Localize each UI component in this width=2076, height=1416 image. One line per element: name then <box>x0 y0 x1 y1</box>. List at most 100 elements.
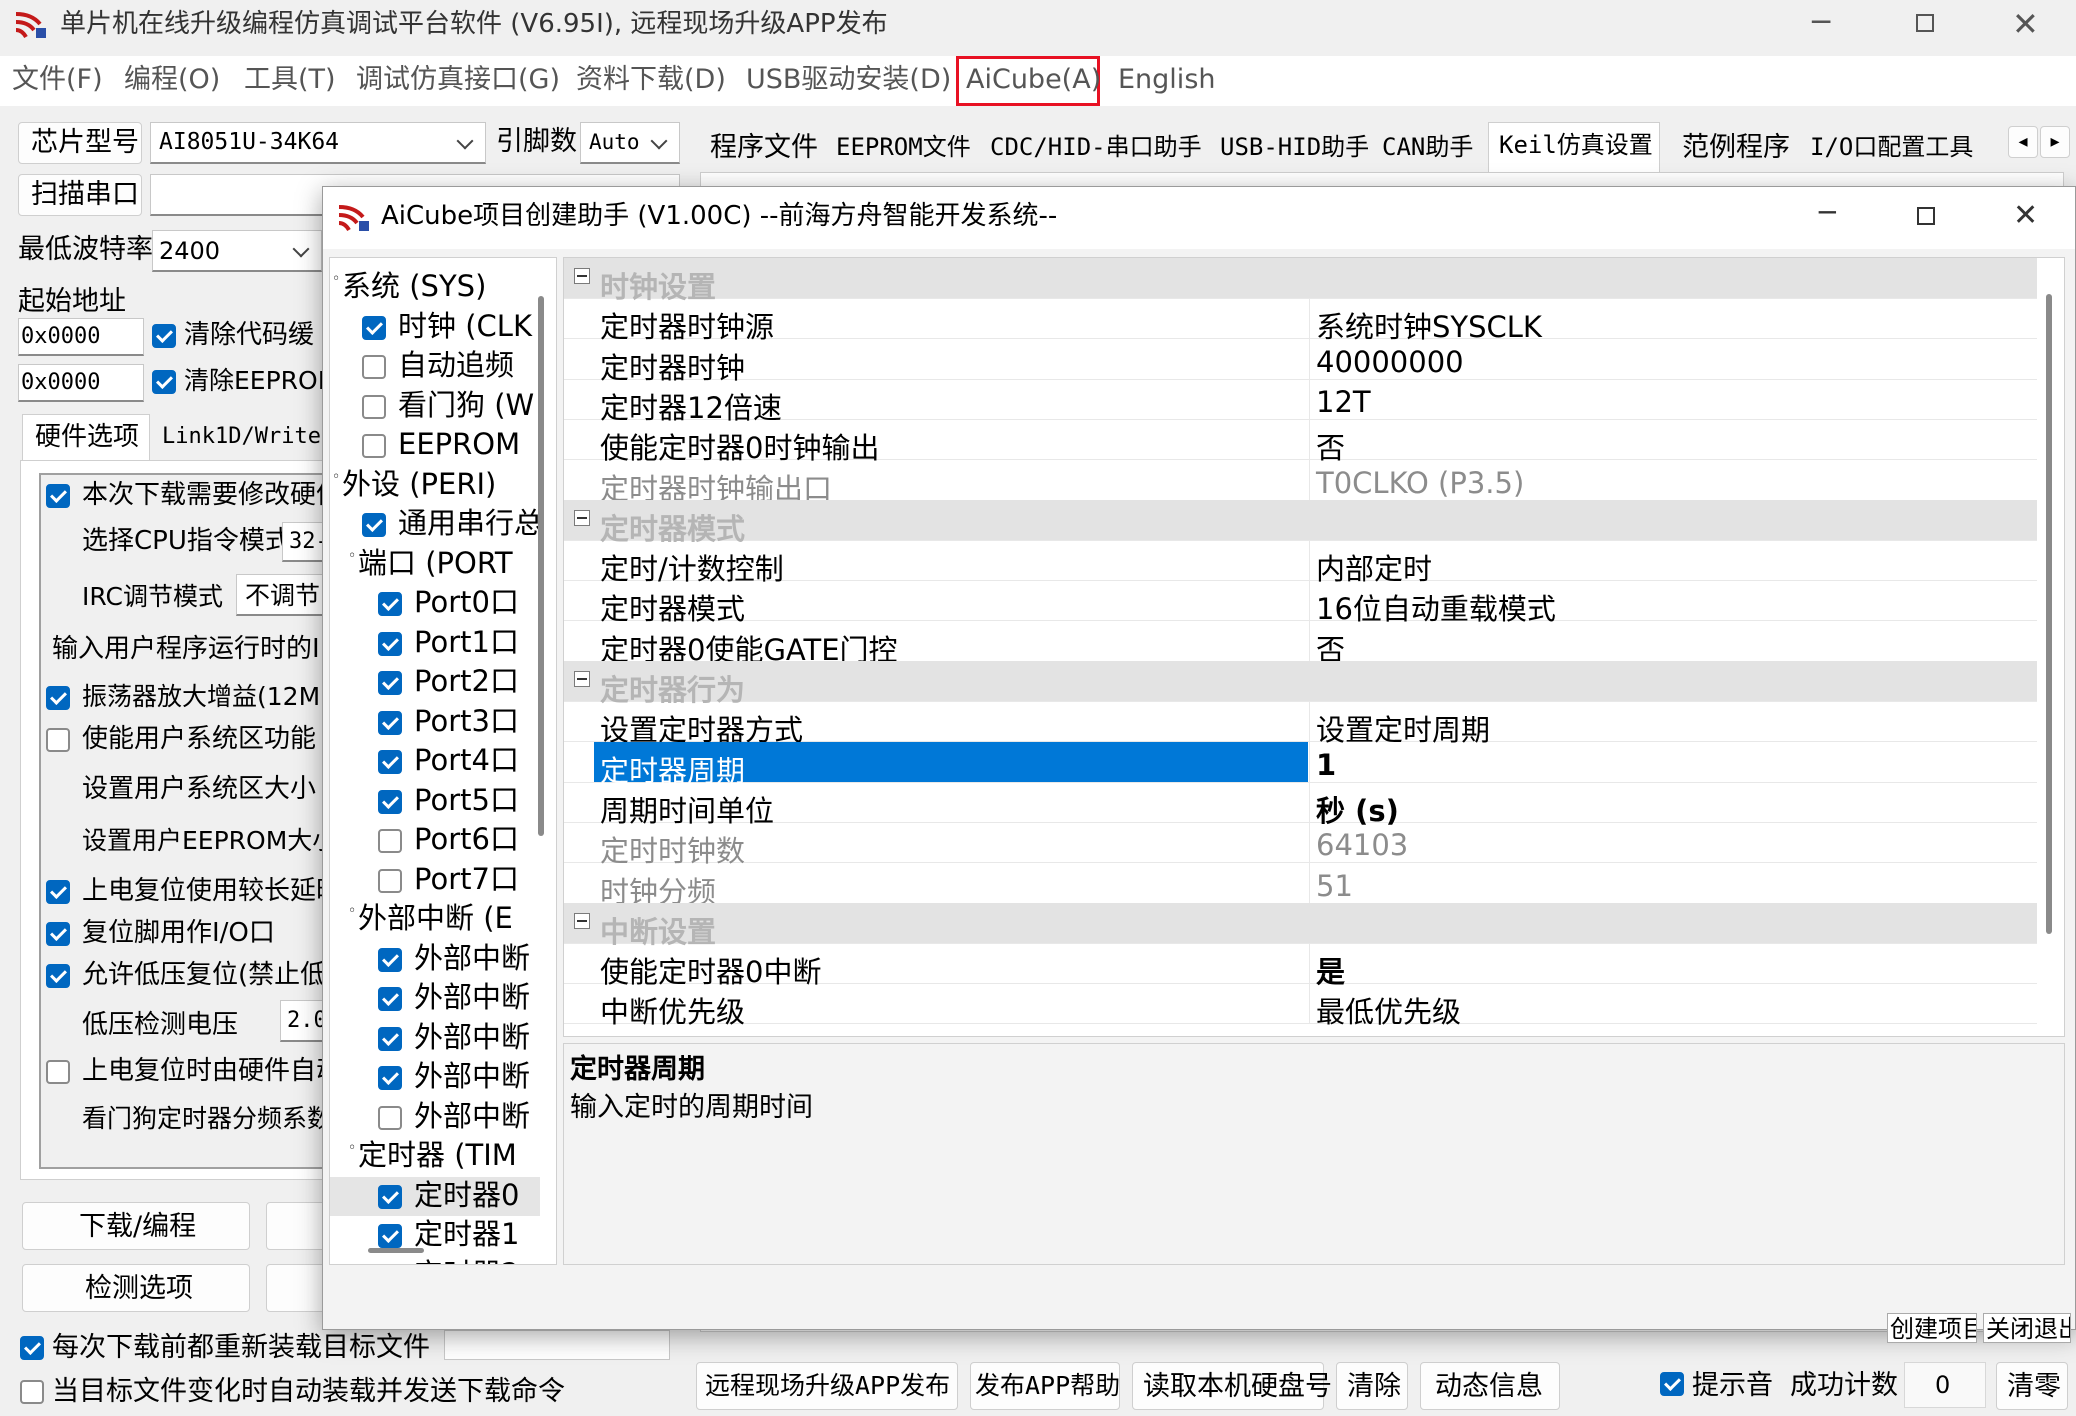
tab-cdc-hid-serial[interactable]: CDC/HID-串口助手 <box>984 122 1208 172</box>
tree-checkbox[interactable] <box>362 434 386 458</box>
grid-row[interactable]: 定时器0使能GATE门控否 <box>564 620 2037 667</box>
grid-group-header[interactable]: 定时器行为 <box>564 661 2037 707</box>
osc-gain-checkbox[interactable] <box>46 686 70 710</box>
grid-row[interactable]: 定时器12倍速 12T <box>564 378 2037 425</box>
dynamic-info-button[interactable]: 动态信息 <box>1420 1362 1560 1410</box>
tree-item[interactable]: Port0口 <box>330 584 540 623</box>
tree-checkbox[interactable] <box>378 829 402 853</box>
tab-keil-sim[interactable]: Keil仿真设置 <box>1488 122 1660 173</box>
menu-file[interactable]: 文件(F) <box>12 66 103 93</box>
tree-item[interactable]: Port7口 <box>330 861 540 900</box>
tab-usb-hid[interactable]: USB-HID助手 <box>1214 122 1369 172</box>
reload-aux-field[interactable] <box>444 1330 670 1360</box>
tree-item[interactable]: 时钟 (CLK <box>330 308 540 347</box>
minimize-icon[interactable]: ─ <box>1812 8 1830 38</box>
modify-hw-checkbox[interactable] <box>46 484 70 508</box>
auto-reload-checkbox[interactable] <box>20 1380 44 1404</box>
tree-item[interactable]: 通用串行总 <box>330 505 543 544</box>
grid-group-header[interactable]: 中断设置 <box>564 902 2037 949</box>
close-exit-button[interactable]: 关闭退出 <box>1983 1313 2071 1343</box>
dialog-maximize-icon[interactable] <box>1917 207 1935 225</box>
tree-checkbox[interactable] <box>378 987 402 1011</box>
beep-checkbox[interactable] <box>1660 1372 1684 1396</box>
min-baud-select[interactable]: 2400 <box>152 230 322 272</box>
tree-checkbox[interactable] <box>378 1026 402 1051</box>
start-address-input-1[interactable]: 0x0000 <box>18 318 144 356</box>
tree-item[interactable]: ◦ 系统 (SYS) <box>330 268 540 307</box>
tab-examples[interactable]: 范例程序 <box>1676 122 1790 172</box>
tab-link1d[interactable]: Link1D/Write <box>152 414 322 460</box>
tree-expander-icon[interactable]: ◦ <box>332 470 340 484</box>
check-options-button[interactable]: 检测选项 <box>22 1264 250 1312</box>
menu-debug-interface[interactable]: 调试仿真接口(G) <box>356 66 560 93</box>
collapse-icon[interactable] <box>574 912 590 929</box>
close-icon[interactable]: ✕ <box>2012 8 2039 40</box>
grid-row[interactable]: 使能定时器0时钟输出否 <box>564 419 2037 465</box>
tab-eeprom-file[interactable]: EEPROM文件 <box>830 122 971 172</box>
menu-downloads[interactable]: 资料下载(D) <box>576 66 726 93</box>
tree-expander-icon[interactable]: ◦ <box>348 549 356 563</box>
tab-scroll-right-icon[interactable]: ▸ <box>2040 126 2070 158</box>
tab-hardware-options[interactable]: 硬件选项 <box>22 414 150 460</box>
grid-row[interactable]: 定时/计数控制 内部定时 <box>564 540 2037 586</box>
grid-row[interactable]: 设置定时器方式 设置定时周期 <box>564 701 2037 747</box>
tree-item[interactable]: 外部中断 <box>330 940 540 979</box>
pin-count-select[interactable]: Auto <box>580 122 680 164</box>
grid-row[interactable]: 时钟分频 51 <box>564 862 2037 909</box>
stop-button[interactable] <box>266 1202 326 1250</box>
dialog-close-icon[interactable]: ✕ <box>2013 201 2038 231</box>
menu-aicube[interactable]: AiCube(A) <box>966 66 1101 93</box>
tree-item[interactable]: Port3口 <box>330 703 540 742</box>
menu-usb-driver[interactable]: USB驱动安装(D) <box>746 66 951 93</box>
clear-count-button[interactable]: 清零 <box>1996 1362 2068 1410</box>
grid-row[interactable]: 使能定时器0中断是 <box>564 943 2037 989</box>
tree-checkbox[interactable] <box>378 1224 402 1248</box>
collapse-icon[interactable] <box>574 671 590 687</box>
grid-row[interactable]: 中断优先级 最低优先级 <box>564 983 2037 1029</box>
long-reset-checkbox[interactable] <box>46 880 70 904</box>
tree-item[interactable]: Port5口 <box>330 782 540 821</box>
tree-item[interactable]: 看门狗 (W <box>330 387 540 426</box>
irc-mode-select[interactable]: 不调节 <box>236 574 336 616</box>
tree-checkbox[interactable] <box>378 710 402 735</box>
tree-item[interactable]: Port6口 <box>330 821 540 860</box>
reload-each-checkbox[interactable] <box>20 1336 44 1360</box>
tree-checkbox[interactable] <box>378 789 402 814</box>
tree-item[interactable]: ◦ 定时器 (TIM <box>330 1137 540 1176</box>
tree-item[interactable]: 定时器2 <box>330 1256 540 1264</box>
publish-help-button[interactable]: 发布APP帮助 <box>970 1362 1120 1410</box>
tree-checkbox[interactable] <box>378 671 402 695</box>
tree-item[interactable]: Port4口 <box>330 742 540 781</box>
lvd-reset-checkbox[interactable] <box>46 964 70 988</box>
menu-program[interactable]: 编程(O) <box>124 66 220 93</box>
tree-item[interactable]: 外部中断 <box>330 1058 540 1097</box>
clear-eeprom-checkbox[interactable] <box>152 370 176 394</box>
tree-checkbox[interactable] <box>378 1184 402 1209</box>
tree-item[interactable]: 定时器0 <box>330 1176 540 1216</box>
clear-code-checkbox[interactable] <box>152 324 176 348</box>
grid-row[interactable]: 周期时间单位秒 (s) <box>564 781 2037 828</box>
tree-checkbox[interactable] <box>362 394 386 419</box>
tree-hscrollbar[interactable] <box>368 1248 424 1253</box>
grid-row[interactable]: 定时器时钟输出口 T0CLKO (P3.5) <box>564 459 2037 506</box>
tree-item[interactable]: 外部中断 <box>330 1098 540 1137</box>
tree-item[interactable]: 外部中断 <box>330 1019 540 1058</box>
tree-checkbox[interactable] <box>378 947 402 972</box>
create-project-button[interactable]: 创建项目 <box>1887 1313 1977 1343</box>
tree-checkbox[interactable] <box>378 750 402 774</box>
grid-group-header[interactable]: 定时器模式 <box>564 499 2037 546</box>
hw-watchdog-checkbox[interactable] <box>46 1060 70 1084</box>
menu-tools[interactable]: 工具(T) <box>244 66 336 93</box>
dialog-minimize-icon[interactable]: ─ <box>1819 199 1836 227</box>
tree-item[interactable]: Port1口 <box>330 624 540 663</box>
tab-program-file[interactable]: 程序文件 <box>700 122 828 172</box>
tree-checkbox[interactable] <box>378 1066 402 1090</box>
tree-item[interactable]: 定时器1 <box>330 1216 540 1255</box>
tab-scroll-left-icon[interactable]: ◂ <box>2008 126 2038 158</box>
tree-checkbox[interactable] <box>378 631 402 656</box>
menu-english[interactable]: English <box>1118 66 1216 93</box>
tree-checkbox[interactable] <box>362 513 386 537</box>
tree-expander-icon[interactable]: ◦ <box>332 272 340 286</box>
tree-item[interactable]: 自动追频 <box>330 347 540 386</box>
grid-row[interactable]: 定时器模式 16位自动重载模式 <box>564 580 2037 626</box>
